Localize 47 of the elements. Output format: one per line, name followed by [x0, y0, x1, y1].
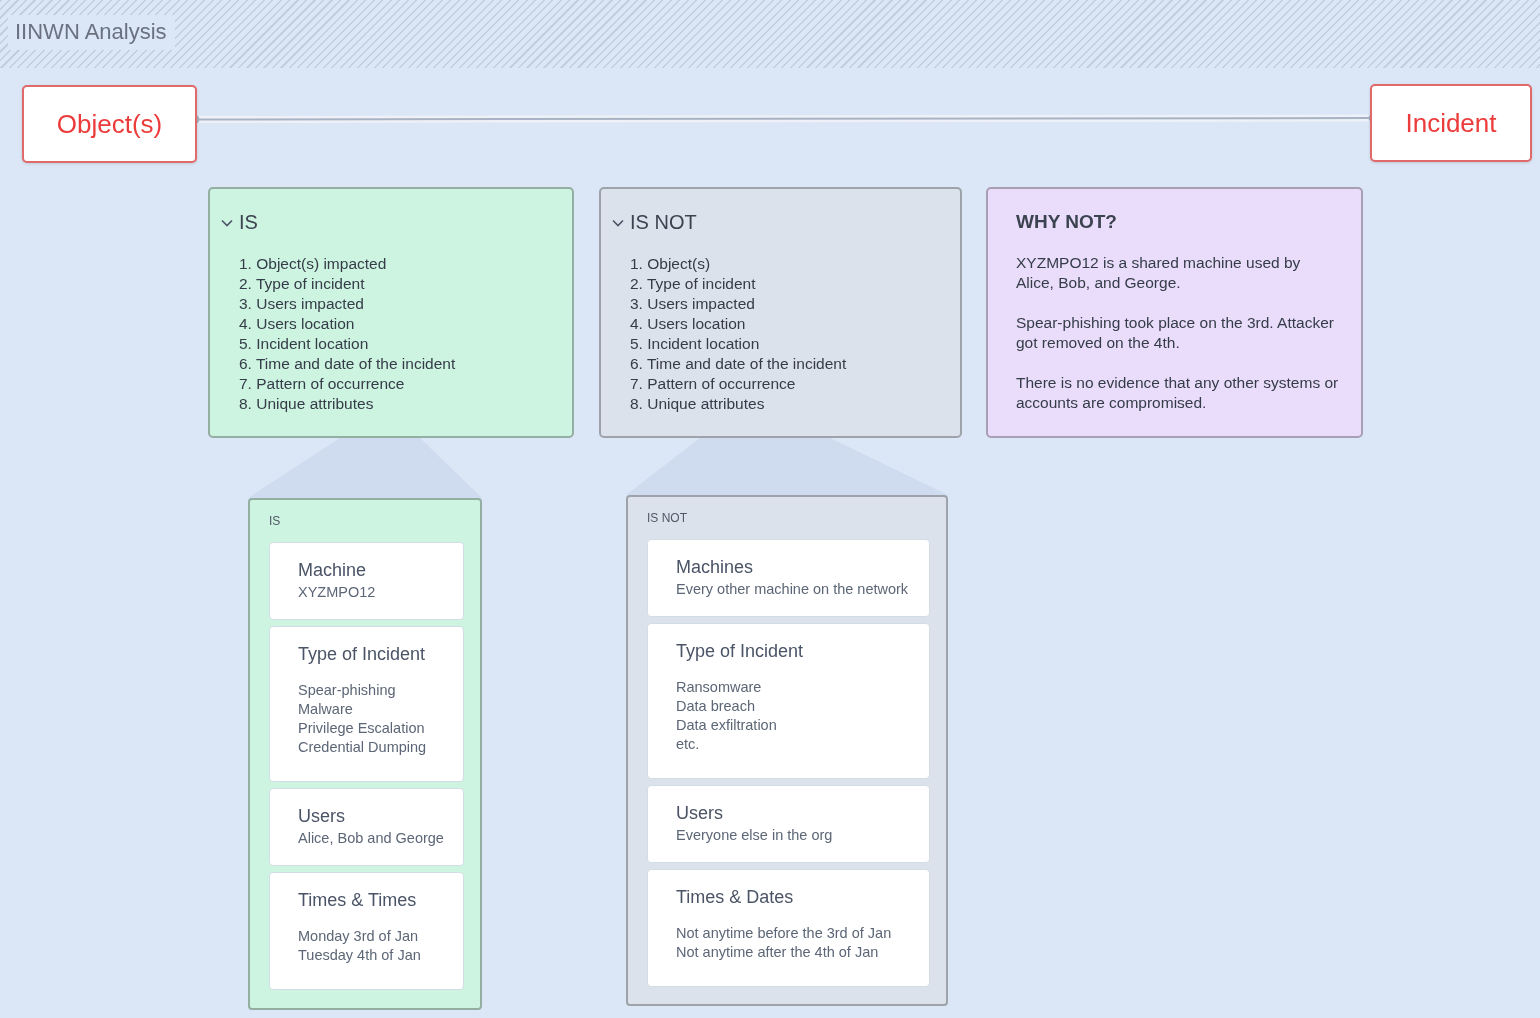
info-title: Type of Incident: [298, 643, 427, 665]
list-item: 4. Users location: [630, 314, 747, 334]
card-title: IS NOT: [630, 211, 697, 234]
info-title: Users: [676, 802, 724, 824]
panel-title: IS NOT: [647, 511, 688, 527]
list-item: 2. Type of incident: [239, 274, 366, 294]
list-item: 1. Object(s) impacted: [239, 254, 388, 274]
info-text: Alice, Bob and George: [298, 829, 445, 848]
list-item: 6. Time and date of the incident: [239, 354, 457, 374]
list-item: 1. Object(s): [630, 254, 712, 274]
info-text: Everyone else in the org: [676, 826, 834, 845]
info-title: Machine: [298, 559, 368, 581]
info-title: Times & Times: [298, 889, 418, 911]
list-item: 5. Incident location: [630, 334, 761, 354]
paragraph: XYZMPO12 is a shared machine used by Alice, Bob, and George.: [1016, 253, 1302, 293]
info-text: Every other machine on the network: [676, 580, 910, 599]
info-text: Not anytime before the 3rd of Jan Not anytime after the 4th of Jan: [676, 924, 893, 962]
list-item: 4. Users location: [239, 314, 356, 334]
info-title: Machines: [676, 556, 755, 578]
label-node[interactable]: Object(s): [22, 85, 197, 163]
info-title: Users: [298, 805, 346, 827]
panel-title: IS: [269, 514, 282, 530]
card-title: IS: [239, 211, 258, 234]
paragraph: Spear-phishing took place on the 3rd. Attacker got removed on the 4th.: [1016, 313, 1335, 353]
info-title: Type of Incident: [676, 640, 805, 662]
list-item: 5. Incident location: [239, 334, 370, 354]
card-title: WHY NOT?: [1016, 211, 1117, 233]
list-item: 6. Time and date of the incident: [630, 354, 848, 374]
paragraph: There is no evidence that any other systems or accounts are compromised.: [1016, 373, 1340, 413]
list-item: 7. Pattern of occurrence: [239, 374, 406, 394]
collapse-toggle[interactable]: [221, 218, 233, 227]
list-item: 8. Unique attributes: [239, 394, 375, 414]
list-item: 7. Pattern of occurrence: [630, 374, 797, 394]
board-title: IINWN Analysis: [8, 15, 175, 50]
label-node[interactable]: Incident: [1370, 84, 1532, 162]
chevron-down-icon: [612, 218, 624, 227]
info-text: XYZMPO12: [298, 583, 377, 602]
chevron-down-icon: [221, 218, 233, 227]
info-text: Ransomware Data breach Data exfiltration etc.: [676, 678, 778, 754]
collapse-toggle[interactable]: [612, 218, 624, 227]
list-item: 8. Unique attributes: [630, 394, 766, 414]
info-text: Spear-phishing Malware Privilege Escalation Credential Dumping: [298, 681, 428, 757]
list-item: 3. Users impacted: [630, 294, 756, 314]
info-text: Monday 3rd of Jan Tuesday 4th of Jan: [298, 927, 422, 965]
list-item: 2. Type of incident: [630, 274, 757, 294]
list-item: 3. Users impacted: [239, 294, 365, 314]
info-title: Times & Dates: [676, 886, 795, 908]
